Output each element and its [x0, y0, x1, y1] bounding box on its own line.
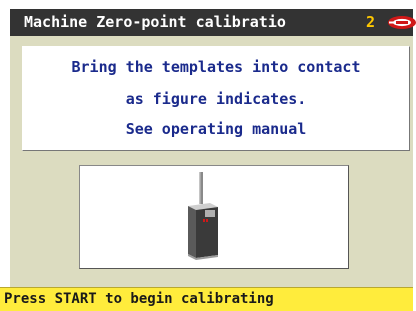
window-title: Machine Zero-point calibratio [24, 13, 286, 31]
instruction-line-3: See operating manual [125, 120, 307, 138]
key-cutter-brand-logo-icon [388, 16, 416, 29]
calibration-figure-panel [79, 165, 349, 269]
instruction-box: Bring the templates into contact as figu… [22, 46, 410, 151]
step-number: 2 [366, 13, 376, 31]
status-bar: Press START to begin calibrating [0, 287, 413, 311]
instruction-line-1: Bring the templates into contact [71, 58, 361, 76]
instruction-line-2: as figure indicates. [125, 90, 307, 108]
calibration-screen: Machine Zero-point calibratio 2 Bring th… [0, 0, 416, 311]
title-bar: Machine Zero-point calibratio 2 [10, 9, 416, 36]
calibration-template-figure-icon [188, 172, 218, 260]
status-message: Press START to begin calibrating [4, 291, 274, 307]
